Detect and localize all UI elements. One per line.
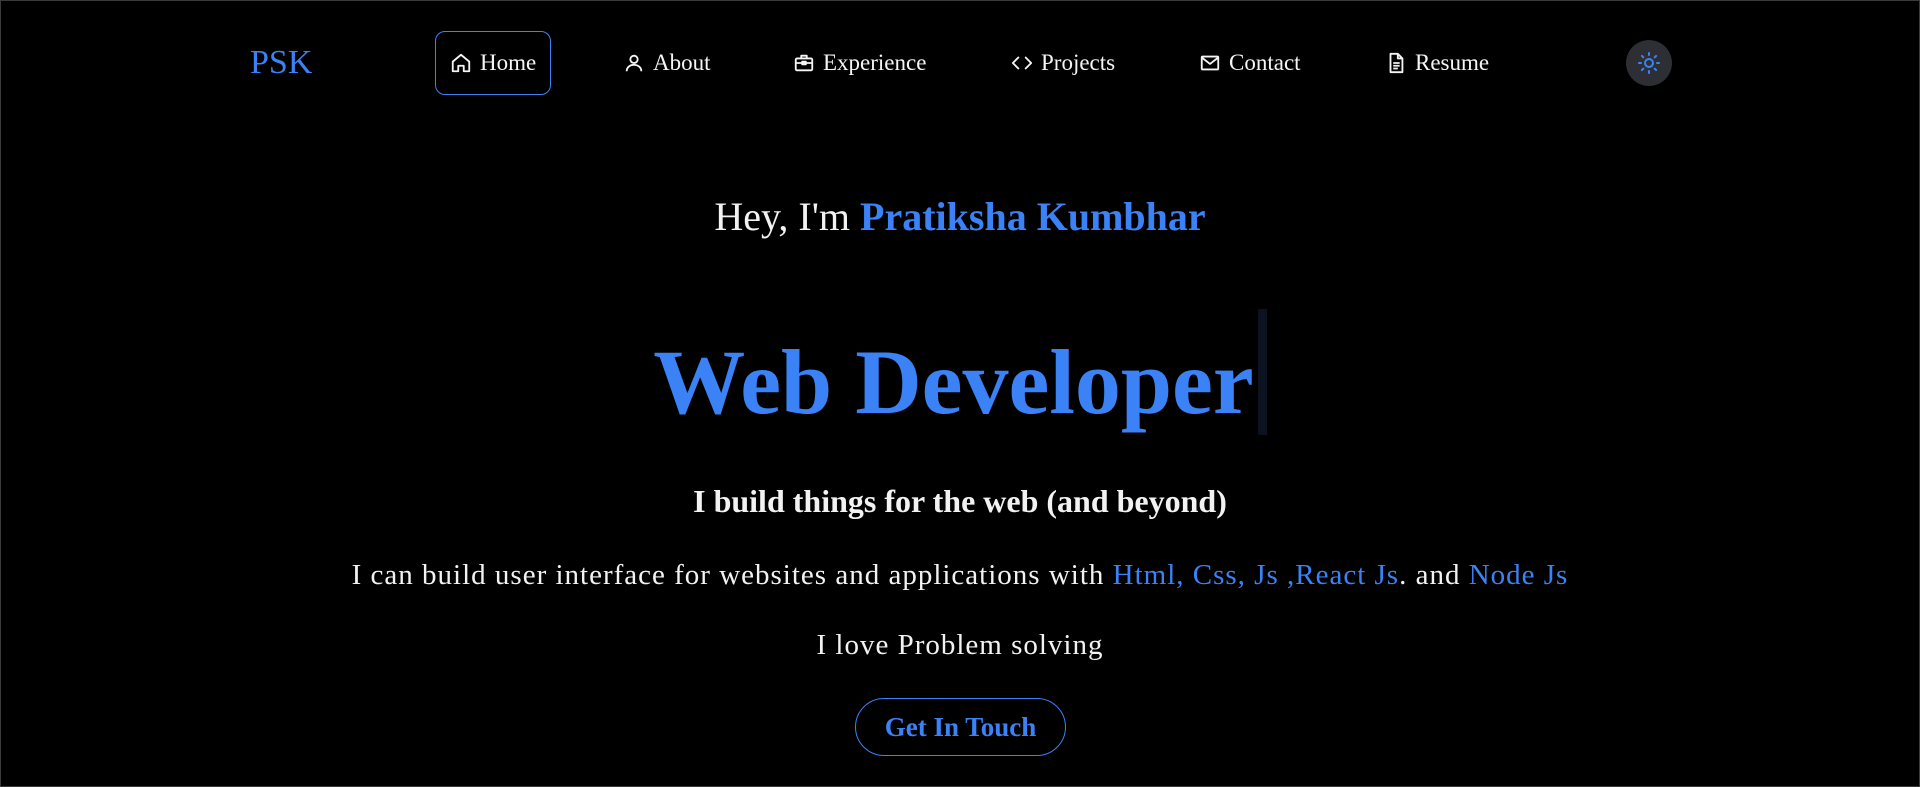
problem-solving-text: I love Problem solving [816,629,1104,661]
hero-name: Pratiksha Kumbhar [860,194,1206,239]
nav-about[interactable]: About [623,31,711,95]
get-in-touch-button[interactable]: Get In Touch [855,698,1066,756]
skills-highlight: Html, Css, Js ,React Js [1112,559,1400,591]
nav-resume[interactable]: Resume [1385,31,1489,95]
nav-about-label: About [653,50,711,75]
sun-icon [1638,52,1660,74]
navbar: PSK Home About Experience Projects Conta… [1,31,1919,97]
skills-prefix: I can build user interface for websites … [351,559,1113,591]
code-icon [1011,56,1033,70]
home-icon [451,53,471,73]
nav-experience-label: Experience [823,50,927,75]
tagline: I build things for the web (and beyond) [693,483,1227,519]
nav-resume-label: Resume [1415,50,1490,75]
nav-projects[interactable]: Projects [1011,31,1115,95]
role-title: Web Developer [1,309,1919,437]
greeting-prefix: Hey, I'm [714,194,861,239]
nav-contact-label: Contact [1229,50,1301,75]
skills-highlight-node: Node Js [1468,559,1569,591]
document-icon [1389,52,1404,74]
nav-contact[interactable]: Contact [1199,31,1301,95]
nav-home-label: Home [480,50,537,75]
user-icon [625,54,643,72]
nav-experience[interactable]: Experience [793,31,926,95]
logo[interactable]: PSK [250,45,312,81]
nav-projects-label: Projects [1041,50,1116,75]
briefcase-icon [794,54,814,72]
greeting: Hey, I'm Pratiksha Kumbhar [1,193,1919,241]
theme-toggle-button[interactable] [1626,40,1672,86]
role-text: Web Developer [653,331,1254,433]
skills-middle: . and [1399,559,1469,591]
mail-icon [1200,55,1220,71]
nav-home[interactable]: Home [435,31,552,95]
typing-cursor [1257,309,1267,435]
skills-description: I can build user interface for websites … [1,556,1919,594]
portfolio-page: PSK Home About Experience Projects Conta… [0,0,1920,787]
